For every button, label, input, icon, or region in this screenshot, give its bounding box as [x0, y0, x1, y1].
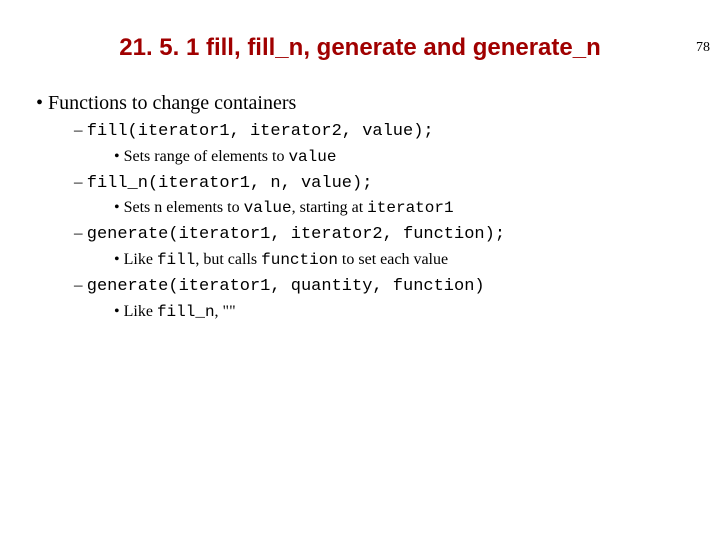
- list-item: fill(iterator1, iterator2, value);: [74, 119, 700, 144]
- desc-text: , starting at: [292, 199, 368, 216]
- sub-list: Sets range of elements to value: [114, 146, 700, 169]
- list-item: generate(iterator1, iterator2, function)…: [74, 222, 700, 247]
- function-list: fill(iterator1, iterator2, value); Sets …: [74, 119, 700, 323]
- desc-code: fill: [157, 251, 195, 269]
- code-signature: generate(iterator1, iterator2, function)…: [87, 225, 505, 244]
- desc-code: value: [288, 148, 336, 166]
- sub-list: Like fill, but calls function to set eac…: [114, 249, 700, 272]
- sub-list: Sets n elements to value, starting at it…: [114, 197, 700, 220]
- code-signature: fill_n(iterator1, n, value);: [87, 174, 373, 193]
- desc-text: Like: [124, 251, 157, 268]
- content-area: Functions to change containers fill(iter…: [36, 90, 700, 323]
- desc-text: Like: [124, 303, 157, 320]
- sub-item: Like fill_n, "": [114, 301, 700, 324]
- code-signature: fill(iterator1, iterator2, value);: [87, 122, 434, 141]
- sub-item: Sets range of elements to value: [114, 146, 700, 169]
- list-item: fill_n(iterator1, n, value);: [74, 171, 700, 196]
- page-number: 78: [696, 40, 710, 56]
- desc-code: value: [244, 199, 292, 217]
- list-item: generate(iterator1, quantity, function): [74, 274, 700, 299]
- desc-code: iterator1: [367, 199, 453, 217]
- desc-text: Sets n elements to: [124, 199, 244, 216]
- desc-text: Sets range of elements to: [124, 148, 289, 165]
- desc-text: , but calls: [195, 251, 261, 268]
- slide-title: 21. 5. 1 fill, fill_n, generate and gene…: [0, 34, 720, 62]
- main-bullet: Functions to change containers: [36, 90, 700, 117]
- sub-list: Like fill_n, "": [114, 301, 700, 324]
- desc-code: fill_n: [157, 303, 215, 321]
- code-signature: generate(iterator1, quantity, function): [87, 277, 485, 296]
- desc-text: to set each value: [338, 251, 448, 268]
- desc-code: function: [261, 251, 338, 269]
- desc-text: , "": [215, 303, 236, 320]
- sub-item: Like fill, but calls function to set eac…: [114, 249, 700, 272]
- sub-item: Sets n elements to value, starting at it…: [114, 197, 700, 220]
